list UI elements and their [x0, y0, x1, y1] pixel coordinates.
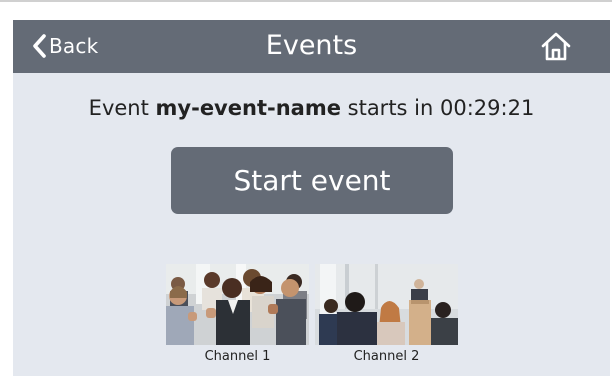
event-countdown-text: Event my-event-name starts in 00:29:21	[13, 94, 610, 122]
channel-1-thumbnail[interactable]	[166, 264, 309, 345]
home-button[interactable]	[539, 29, 573, 63]
home-icon	[541, 32, 571, 61]
app-frame: Back Events Event my-event-name starts i…	[0, 0, 612, 376]
channel-2-label: Channel 2	[353, 349, 420, 364]
channel-1-card[interactable]: Channel 1	[166, 264, 309, 364]
channel-2-thumbnail[interactable]	[315, 264, 458, 345]
header-bar: Back Events	[13, 20, 610, 73]
events-panel: Back Events Event my-event-name starts i…	[13, 20, 610, 376]
countdown-timer: 00:29:21	[440, 96, 535, 120]
status-middle: starts in	[347, 96, 434, 120]
page-title: Events	[265, 30, 358, 61]
channel-2-card[interactable]: Channel 2	[315, 264, 458, 364]
channel-1-label: Channel 1	[204, 349, 271, 364]
status-prefix: Event	[88, 96, 149, 120]
event-name: my-event-name	[155, 96, 341, 120]
start-event-button[interactable]: Start event	[171, 147, 453, 214]
